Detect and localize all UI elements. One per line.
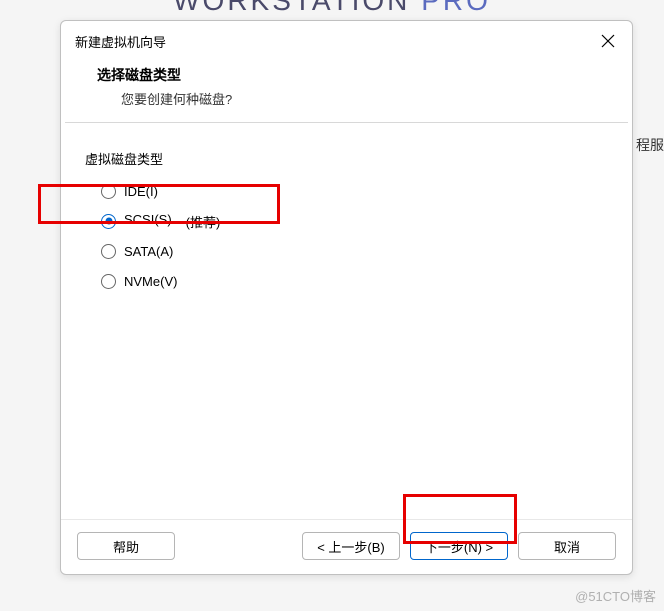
background-right-text: 程服 bbox=[636, 135, 664, 155]
cancel-button[interactable]: 取消 bbox=[518, 532, 616, 560]
watermark: @51CTO博客 bbox=[575, 586, 656, 605]
radio-option-sata[interactable]: SATA(A) bbox=[101, 236, 610, 266]
disk-type-fieldset: 虚拟磁盘类型 IDE(I) SCSI(S) (推荐) bbox=[83, 141, 610, 296]
fieldset-legend: 虚拟磁盘类型 bbox=[83, 149, 610, 168]
dialog-footer: 帮助 < 上一步(B) 下一步(N) > 取消 bbox=[61, 519, 632, 574]
disk-type-radio-group: IDE(I) SCSI(S) (推荐) SATA(A) bbox=[83, 176, 610, 296]
radio-option-nvme[interactable]: NVMe(V) bbox=[101, 266, 610, 296]
close-button[interactable] bbox=[596, 29, 620, 53]
radio-label: NVMe(V) bbox=[124, 274, 177, 289]
dialog-titlebar: 新建虚拟机向导 bbox=[61, 21, 632, 59]
radio-icon bbox=[101, 214, 116, 229]
dialog-title: 新建虚拟机向导 bbox=[75, 32, 166, 51]
dialog-subheading: 您要创建何种磁盘? bbox=[91, 89, 602, 108]
dialog-heading: 选择磁盘类型 bbox=[91, 65, 602, 85]
back-button[interactable]: < 上一步(B) bbox=[302, 532, 400, 560]
new-vm-wizard-dialog: 新建虚拟机向导 选择磁盘类型 您要创建何种磁盘? 虚拟磁盘类型 IDE(I) bbox=[60, 20, 633, 575]
radio-option-scsi[interactable]: SCSI(S) (推荐) bbox=[101, 206, 610, 236]
next-button[interactable]: 下一步(N) > bbox=[410, 532, 508, 560]
radio-label: SCSI(S) (推荐) bbox=[124, 212, 220, 231]
dialog-body: 虚拟磁盘类型 IDE(I) SCSI(S) (推荐) bbox=[65, 122, 628, 519]
radio-icon bbox=[101, 184, 116, 199]
close-icon bbox=[601, 34, 615, 48]
radio-label: IDE(I) bbox=[124, 184, 158, 199]
radio-icon bbox=[101, 244, 116, 259]
radio-label: SATA(A) bbox=[124, 244, 173, 259]
help-button[interactable]: 帮助 bbox=[77, 532, 175, 560]
radio-icon bbox=[101, 274, 116, 289]
background-app-title: WORKSTATION PRO bbox=[173, 0, 491, 17]
dialog-header: 选择磁盘类型 您要创建何种磁盘? bbox=[61, 59, 632, 122]
radio-option-ide[interactable]: IDE(I) bbox=[101, 176, 610, 206]
